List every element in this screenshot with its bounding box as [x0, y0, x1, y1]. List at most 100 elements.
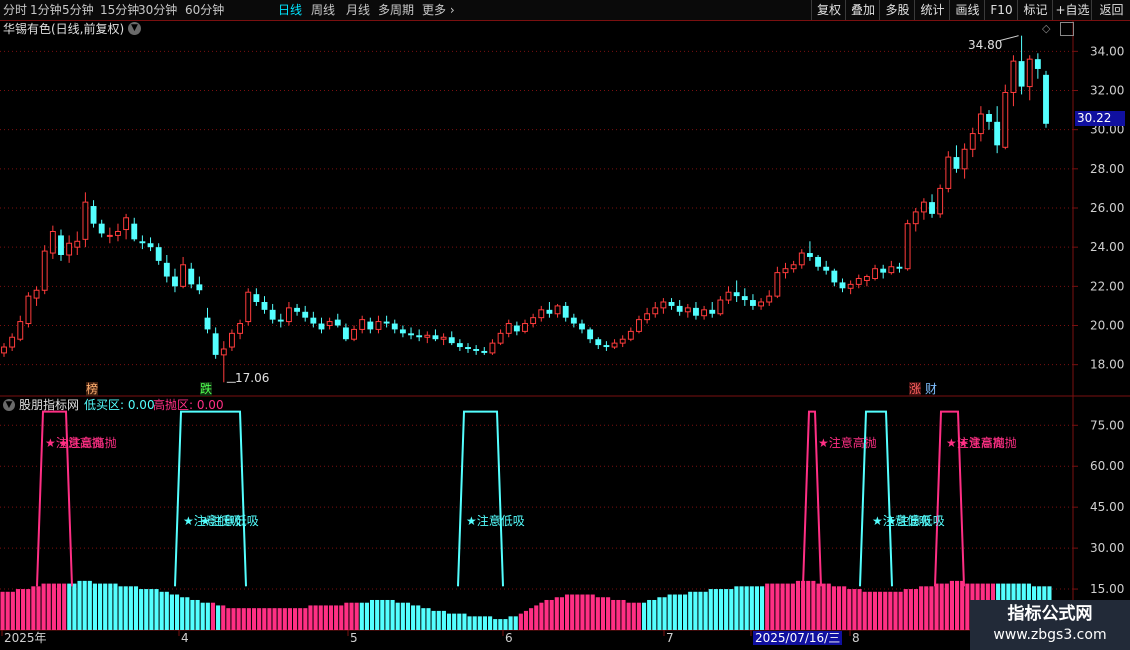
indicator-bar: [575, 594, 580, 630]
indicator-bar: [564, 594, 570, 630]
candle-body: [709, 309, 716, 314]
candle-body: [522, 323, 528, 332]
indicator-bar: [852, 589, 857, 630]
candle-body: [456, 343, 463, 348]
indicator-bar: [867, 591, 872, 630]
marker-cai[interactable]: 财: [925, 382, 937, 396]
candle-body: [204, 317, 211, 330]
indicator-bar: [369, 599, 375, 630]
indicator-bar: [216, 605, 221, 630]
indicator-bar: [878, 591, 883, 630]
indicator-bar: [847, 589, 852, 630]
indicator-bar: [308, 605, 313, 630]
indicator-bar: [570, 594, 575, 630]
candle-body: [693, 307, 699, 316]
candle-body: [880, 268, 887, 273]
indicator-bar: [667, 594, 672, 630]
candle-body: [408, 333, 414, 336]
candle-body: [237, 323, 244, 334]
indicator-bar: [15, 589, 21, 630]
indicator-bar: [221, 605, 226, 630]
candle-body: [342, 327, 349, 340]
indicator-bar: [318, 605, 323, 630]
indicator-bar: [626, 602, 631, 630]
indicator-bar: [754, 586, 759, 630]
indicator-bar: [267, 608, 272, 630]
candle-body: [684, 307, 691, 313]
chevron-down-icon[interactable]: ▼: [128, 22, 141, 35]
kline-chart[interactable]: 34.00 32.00 30.00 28.00 26.00 24.00 22.00 20.00…: [0, 0, 1130, 650]
marker-die[interactable]: 跌: [200, 382, 213, 396]
candle-body: [66, 242, 73, 256]
indicator-bar: [539, 602, 544, 630]
candle-body: [245, 291, 252, 323]
indicator-bar: [174, 594, 180, 630]
candle-body: [334, 319, 341, 326]
date-label-0: 2025年: [4, 631, 47, 645]
low-price-label: 17.06: [235, 371, 270, 385]
date-label-2: 5: [350, 631, 358, 645]
indicator-bar: [677, 594, 683, 630]
candle-body: [90, 206, 97, 224]
indicator-bar: [98, 583, 103, 630]
indicator-bar: [883, 591, 888, 630]
indicator-bar: [749, 586, 754, 630]
candle-body: [367, 321, 374, 330]
candle-body: [310, 317, 317, 324]
candle-body: [155, 247, 162, 261]
buy-zone-line: [457, 410, 504, 587]
indicator-bar: [0, 591, 5, 630]
indicator-bar: [949, 580, 954, 630]
candle-body: [473, 349, 480, 351]
indicator-bar: [729, 589, 734, 630]
indicator-tick-label: 15.00: [1090, 582, 1124, 596]
candle-body: [489, 342, 496, 354]
candle-body: [627, 330, 634, 340]
indicator-bar: [908, 589, 913, 630]
indicator-bar: [441, 610, 446, 630]
candle-body: [58, 235, 64, 255]
indicator-bar: [339, 605, 344, 630]
candle-body: [538, 309, 545, 319]
price-tick-label: 24.00: [1090, 240, 1124, 254]
candle-body: [587, 329, 594, 340]
indicator-bar: [647, 599, 652, 630]
marker-zhang[interactable]: 涨: [909, 382, 922, 396]
candle-body: [562, 305, 569, 318]
candle-body: [863, 276, 870, 281]
candle-body: [741, 296, 748, 301]
indicator-bar: [10, 591, 15, 630]
indicator-tick-label: 60.00: [1090, 459, 1124, 473]
price-tick-label: 34.00: [1090, 44, 1124, 58]
indicator-bar: [139, 589, 144, 630]
candle-body: [994, 121, 1001, 146]
candle-body: [823, 266, 830, 271]
date-label-1: 4: [181, 631, 189, 645]
indicator-bar: [503, 619, 508, 630]
panel-toggle-icon[interactable]: [1060, 22, 1074, 36]
candle-body: [383, 321, 390, 324]
candle-body: [375, 321, 382, 330]
indicator-bar: [811, 580, 816, 630]
candle-body: [212, 333, 219, 355]
indicator-bar: [246, 608, 251, 630]
indicator-bar: [498, 619, 503, 630]
indicator-bar: [36, 586, 41, 630]
candle-body: [733, 292, 740, 297]
indicator-bar: [939, 583, 944, 630]
indicator-bar: [718, 589, 724, 630]
indicator-bar: [180, 597, 185, 630]
indicator-bar: [554, 597, 559, 630]
marker-bang[interactable]: 榜: [86, 382, 99, 396]
diamond-icon[interactable]: ◇: [1042, 22, 1050, 36]
candle-body: [758, 301, 765, 307]
candle-body: [391, 323, 398, 330]
chevron-down-icon[interactable]: ▼: [3, 399, 15, 411]
indicator-bar: [149, 589, 154, 630]
indicator-bar: [739, 586, 744, 630]
indicator-bar: [144, 589, 149, 630]
low-buy-readout: 低买区: 0.00: [84, 398, 155, 412]
indicator-bar: [611, 599, 616, 630]
indicator-bar: [62, 583, 67, 630]
indicator-bar: [559, 597, 564, 630]
